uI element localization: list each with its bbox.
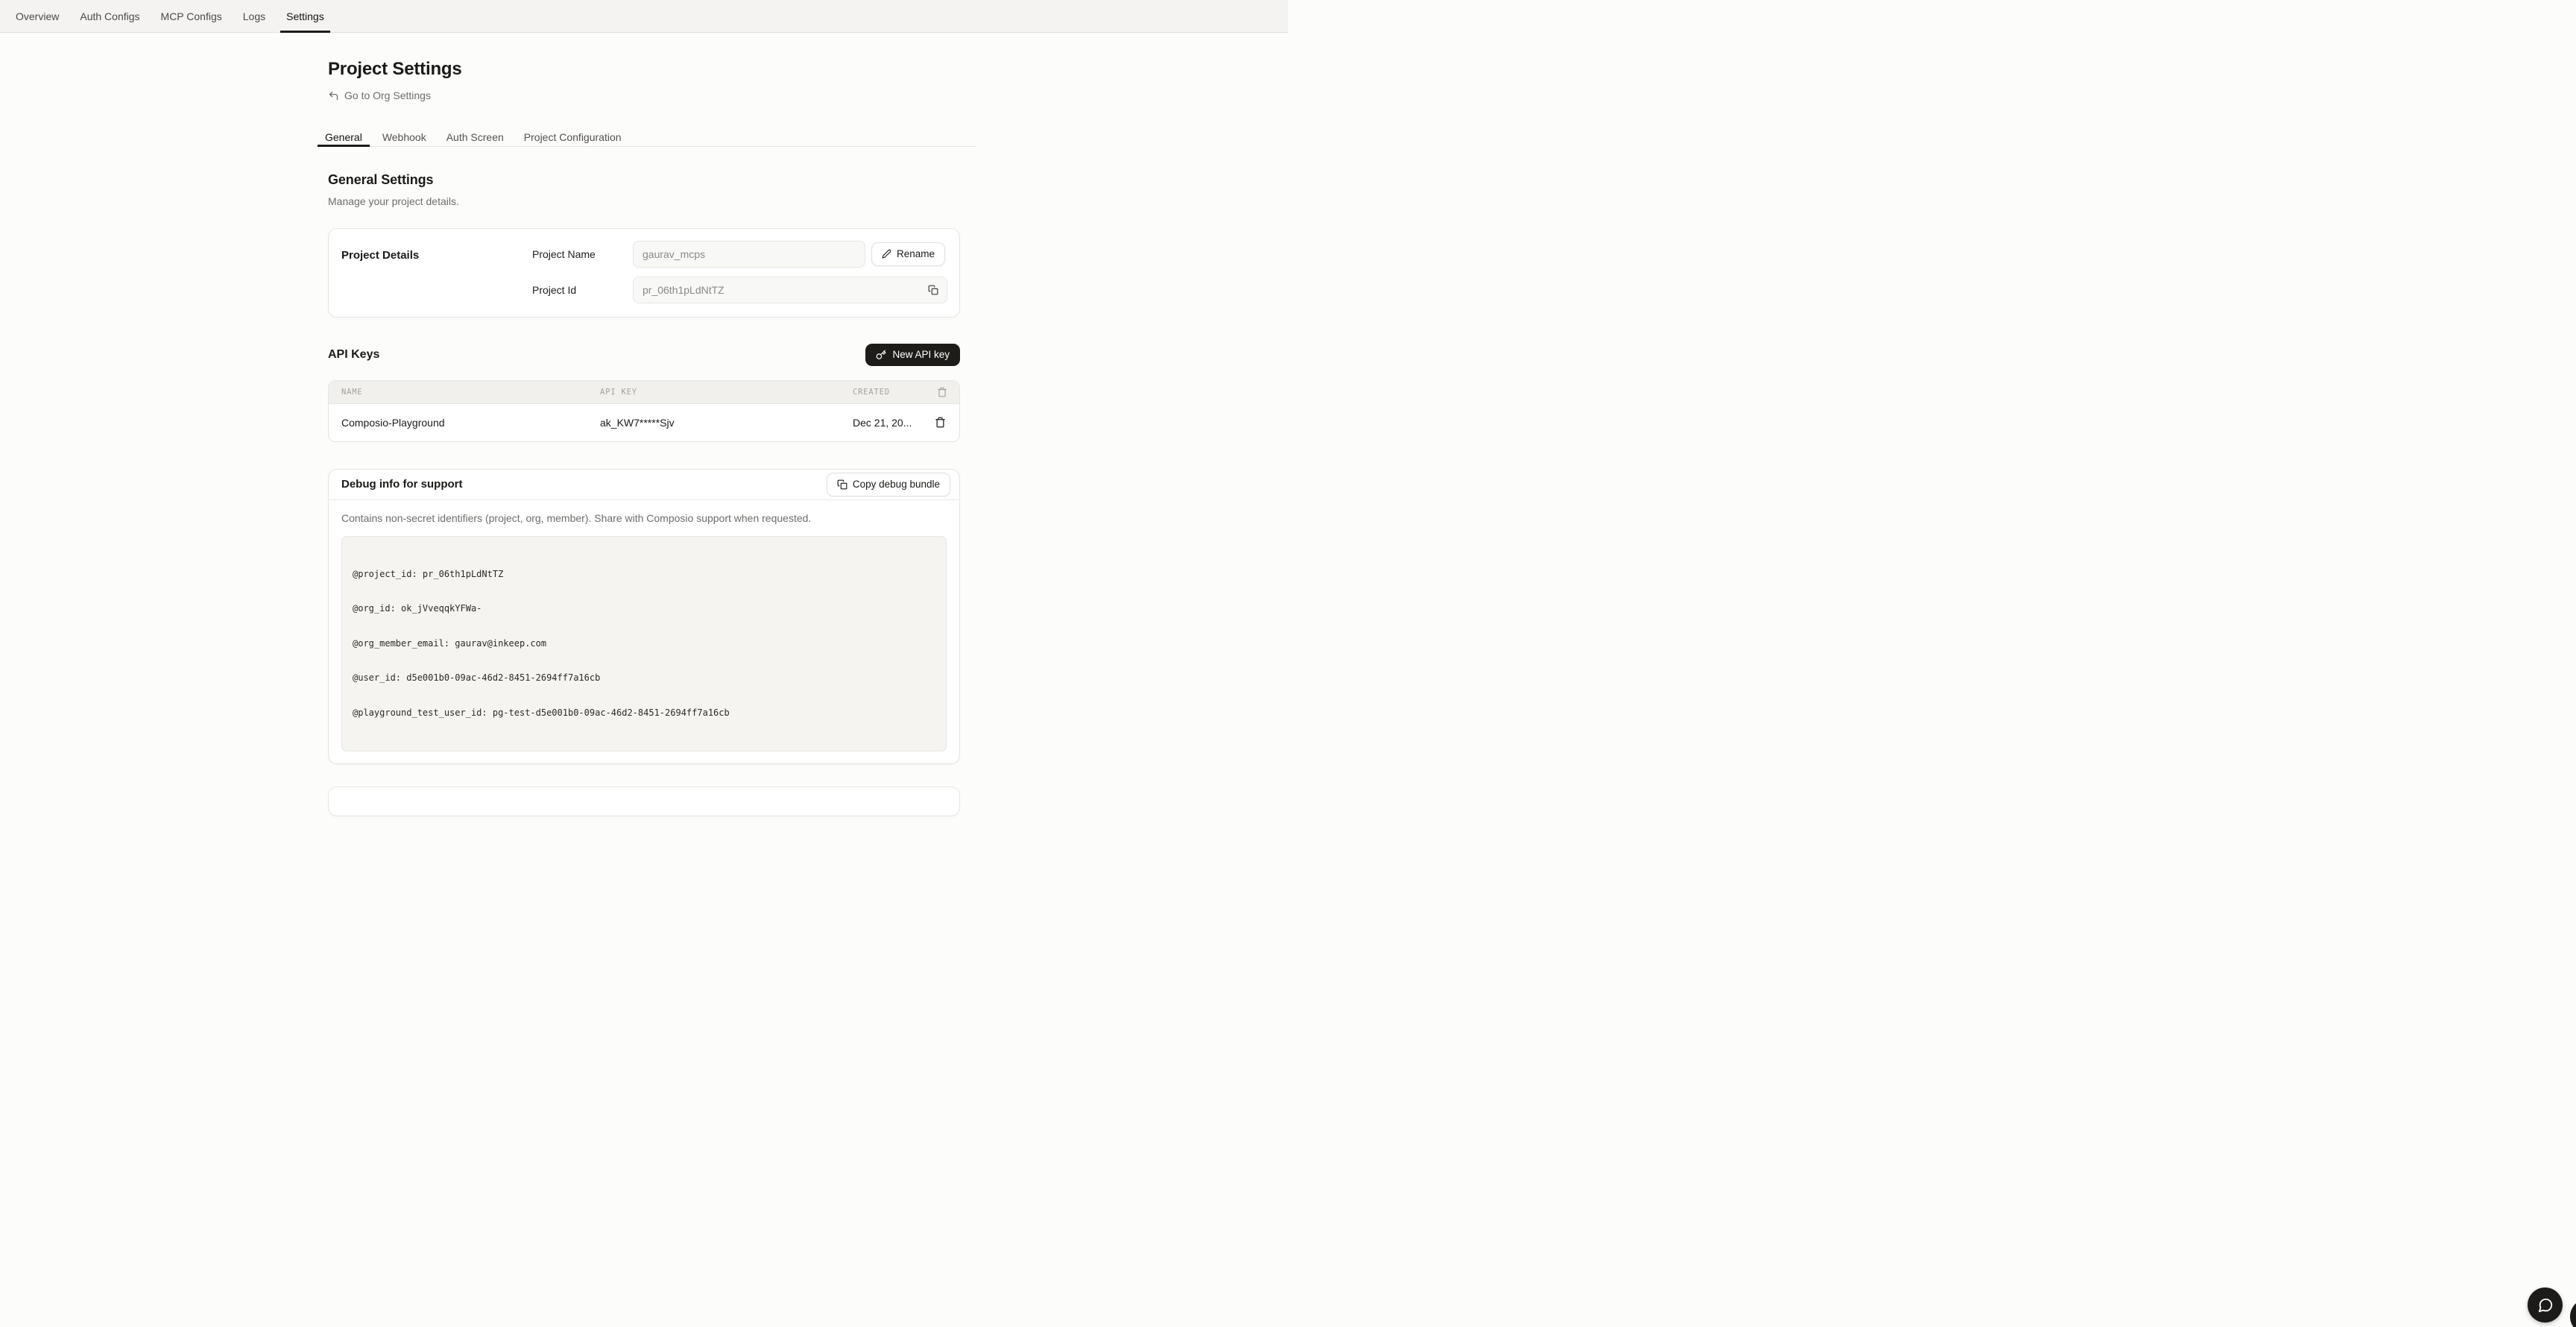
back-link-label: Go to Org Settings	[344, 89, 431, 101]
api-key-name: Composio-Playground	[341, 417, 600, 429]
project-nav: Overview Auth Configs MCP Configs Logs S…	[0, 0, 1288, 33]
tab-project-configuration[interactable]: Project Configuration	[517, 129, 629, 146]
copy-icon	[837, 479, 847, 490]
chat-bubble-icon	[2537, 1297, 2554, 1314]
copy-debug-bundle-button[interactable]: Copy debug bundle	[827, 473, 950, 497]
corner-up-left-icon	[328, 90, 339, 101]
rename-button-label: Rename	[897, 248, 935, 259]
debug-card-title: Debug info for support	[341, 478, 462, 491]
nav-tab-mcp-configs[interactable]: MCP Configs	[155, 0, 228, 32]
col-created-header: CREATED	[853, 388, 918, 397]
nav-tab-auth-configs[interactable]: Auth Configs	[74, 0, 145, 32]
project-details-fields: Project Name Rename Project Id	[532, 241, 947, 303]
project-details-title: Project Details	[341, 241, 532, 303]
copy-icon	[928, 285, 938, 295]
project-details-card: Project Details Project Name Rename Proj…	[328, 228, 960, 318]
new-api-key-label: New API key	[892, 349, 950, 360]
general-settings-heading: General Settings	[328, 172, 960, 188]
general-settings-description: Manage your project details.	[328, 195, 960, 207]
project-id-input[interactable]	[633, 277, 947, 303]
debug-card-header: Debug info for support Copy debug bundle	[329, 470, 959, 500]
debug-code-block: @project_id: pr_06th1pLdNtTZ @org_id: ok…	[341, 536, 947, 752]
api-keys-table-header: NAME API KEY CREATED	[329, 381, 959, 404]
col-key-header: API KEY	[600, 388, 853, 397]
page-title: Project Settings	[328, 58, 960, 81]
project-id-row: Project Id	[532, 277, 947, 303]
api-key-row: Composio-Playground ak_KW7*****Sjv Dec 2…	[329, 404, 959, 441]
api-key-value: ak_KW7*****Sjv	[600, 417, 853, 429]
api-keys-title: API Keys	[328, 348, 379, 362]
copy-project-id-button[interactable]	[926, 283, 940, 297]
project-name-input[interactable]	[633, 241, 865, 268]
code-line: @playground_test_user_id: pg-test-d5e001…	[353, 707, 935, 719]
project-name-label: Project Name	[532, 248, 633, 260]
tab-auth-screen[interactable]: Auth Screen	[439, 129, 511, 146]
pencil-icon	[882, 249, 891, 259]
settings-subtabs: General Webhook Auth Screen Project Conf…	[318, 129, 976, 147]
project-name-row: Project Name Rename	[532, 241, 947, 268]
trash-icon	[935, 417, 946, 428]
api-key-created: Dec 21, 20...	[853, 417, 918, 429]
nav-tab-overview[interactable]: Overview	[10, 0, 65, 32]
nav-tab-logs[interactable]: Logs	[237, 0, 271, 32]
debug-info-card: Debug info for support Copy debug bundle…	[328, 469, 960, 765]
tab-webhook[interactable]: Webhook	[375, 129, 434, 146]
settings-content: Project Settings Go to Org Settings Gene…	[328, 58, 960, 816]
offscreen-widget-edge	[2570, 1299, 2576, 1327]
debug-description: Contains non-secret identifiers (project…	[341, 512, 947, 524]
code-line: @org_member_email: gaurav@inkeep.com	[353, 638, 935, 650]
copy-debug-bundle-label: Copy debug bundle	[853, 479, 940, 490]
code-line: @project_id: pr_06th1pLdNtTZ	[353, 569, 935, 581]
code-line: @user_id: d5e001b0-09ac-46d2-8451-2694ff…	[353, 672, 935, 684]
delete-api-key-button[interactable]	[933, 415, 947, 429]
next-settings-card-partial	[328, 787, 960, 816]
new-api-key-button[interactable]: New API key	[865, 344, 960, 366]
nav-tab-settings[interactable]: Settings	[280, 0, 330, 32]
key-icon	[876, 350, 886, 360]
code-line: @org_id: ok_jVveqqkYFWa-	[353, 603, 935, 615]
go-to-org-settings-link[interactable]: Go to Org Settings	[328, 89, 431, 101]
rename-button[interactable]: Rename	[871, 242, 945, 266]
project-id-label: Project Id	[532, 284, 633, 296]
tab-general[interactable]: General	[318, 129, 370, 146]
col-name-header: NAME	[341, 388, 600, 397]
support-chat-button[interactable]	[2528, 1287, 2563, 1323]
delete-column-icon	[918, 387, 947, 397]
api-keys-header: API Keys New API key	[328, 344, 960, 366]
api-keys-table: NAME API KEY CREATED Composio-Playground…	[328, 380, 960, 442]
